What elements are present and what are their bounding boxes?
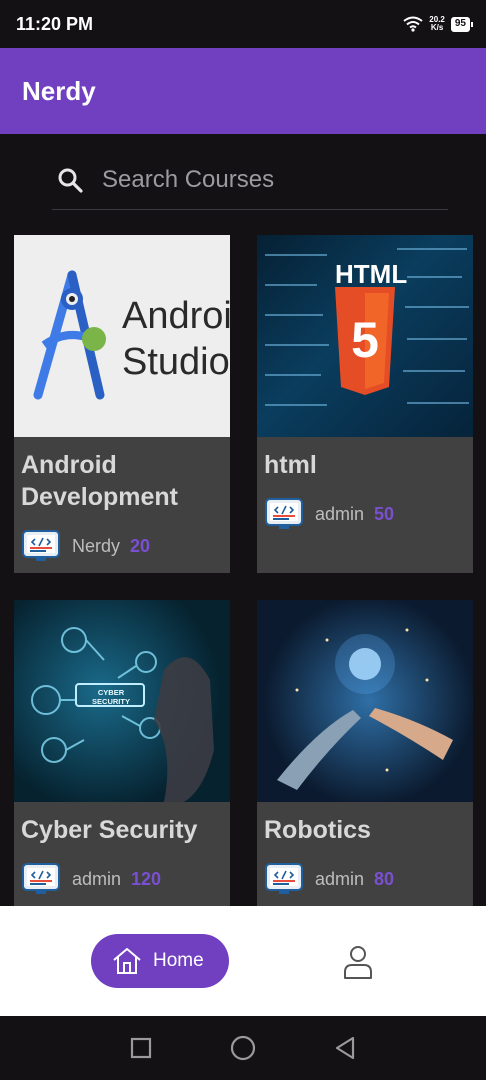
network-speed: 20.2 K/s: [429, 16, 445, 32]
course-author: admin: [315, 868, 365, 889]
course-card-cyber-security[interactable]: CYBER SECURITY Cyber Security admin 120: [14, 600, 230, 906]
course-count: 120: [131, 868, 162, 889]
bottom-navigation: Home: [0, 906, 486, 1016]
course-title: Android Development: [21, 451, 178, 511]
circle-icon: [230, 1035, 256, 1061]
back-triangle-icon: [335, 1036, 355, 1060]
home-nav-button[interactable]: Home: [91, 934, 229, 988]
android-studio-logo: Android Studio: [14, 235, 230, 437]
app-bar: Nerdy: [0, 48, 486, 134]
status-time: 11:20 PM: [16, 13, 94, 34]
course-title: Robotics: [264, 816, 371, 844]
image-text-studio: Studio: [122, 341, 230, 383]
square-icon: [130, 1037, 152, 1059]
computer-code-icon: [22, 530, 60, 561]
back-button[interactable]: [329, 1032, 361, 1064]
system-navigation-bar: [0, 1016, 486, 1080]
app-title: Nerdy: [22, 75, 96, 106]
course-title: Cyber Security: [21, 816, 198, 844]
robot-human-hands: [257, 600, 473, 802]
course-author: admin: [72, 868, 122, 889]
search-icon[interactable]: [52, 162, 88, 198]
recent-apps-button[interactable]: [125, 1032, 157, 1064]
course-meta: admin 80: [257, 860, 402, 898]
wifi-icon: [403, 16, 423, 32]
status-icons: 20.2 K/s 95: [403, 16, 474, 32]
computer-code-icon: [22, 863, 60, 894]
home-nav-label: Home: [153, 950, 204, 971]
house-icon: [113, 948, 141, 974]
person-icon: [344, 946, 372, 979]
course-card-robotics[interactable]: Robotics admin 80: [257, 600, 473, 906]
image-text-html: HTML: [335, 259, 408, 289]
course-meta: admin 50: [257, 495, 402, 533]
profile-nav-button[interactable]: [338, 940, 378, 984]
image-text-cyber-security: CYBER SECURITY: [92, 688, 130, 706]
course-count: 50: [374, 503, 395, 524]
image-text-5: 5: [351, 312, 379, 368]
course-count: 80: [374, 868, 395, 889]
computer-code-icon: [265, 498, 303, 529]
course-meta: admin 120: [14, 860, 169, 898]
battery-icon: 95: [450, 16, 474, 32]
html5-code-background: HTML 5: [257, 235, 473, 437]
network-speed-unit: K/s: [430, 23, 444, 32]
course-card-android-development[interactable]: Android Studio Android Development Nerdy…: [14, 235, 230, 573]
course-author: admin: [315, 503, 365, 524]
computer-code-icon: [265, 863, 303, 894]
course-card-html[interactable]: HTML 5 html admin 50: [257, 235, 473, 573]
status-bar: 11:20 PM 20.2 K/s 95: [0, 0, 486, 48]
search-input[interactable]: [102, 165, 422, 194]
search-bar[interactable]: [52, 150, 448, 210]
course-count: 20: [130, 535, 151, 556]
course-author: Nerdy: [72, 535, 121, 556]
course-title: html: [264, 451, 317, 479]
home-system-button[interactable]: [227, 1032, 259, 1064]
image-text-android: Android: [122, 295, 230, 337]
cyber-security-hand: CYBER SECURITY: [14, 600, 230, 802]
course-meta: Nerdy 20: [14, 527, 158, 565]
